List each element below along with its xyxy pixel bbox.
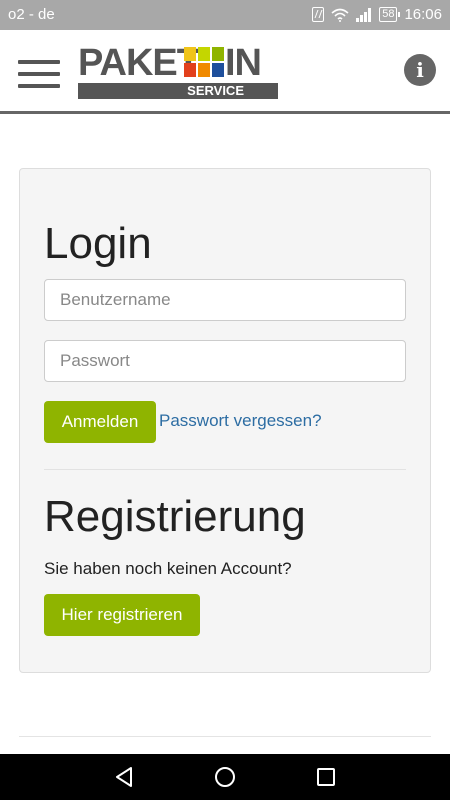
logo: PAKET IN SERVICE <box>78 44 278 102</box>
system-nav-bar <box>0 754 450 800</box>
battery-icon: 58 <box>379 7 401 22</box>
logo-square <box>184 47 196 61</box>
info-icon[interactable]: i <box>404 54 436 86</box>
footer-divider <box>19 736 431 737</box>
app-header: PAKET IN SERVICE i <box>0 30 450 114</box>
status-bar: o2 - de 58 16:06 <box>0 0 450 30</box>
divider <box>44 469 406 470</box>
logo-square <box>212 47 224 61</box>
password-input[interactable] <box>44 340 406 382</box>
logo-square <box>212 63 224 77</box>
status-icons: 58 16:06 <box>312 6 442 23</box>
register-text: Sie haben noch keinen Account? <box>44 559 292 578</box>
logo-color-grid <box>184 47 224 79</box>
menu-icon[interactable] <box>18 60 60 90</box>
recent-apps-icon[interactable] <box>315 766 337 788</box>
back-icon[interactable] <box>113 766 135 788</box>
wifi-icon <box>331 8 349 22</box>
logo-square <box>198 63 210 77</box>
clock: 16:06 <box>404 6 442 23</box>
signal-icon <box>356 7 372 22</box>
username-input[interactable] <box>44 279 406 321</box>
login-card: Login Anmelden Passwort vergessen? Regis… <box>19 168 431 673</box>
home-icon[interactable] <box>214 766 236 788</box>
login-button[interactable]: Anmelden <box>44 401 156 443</box>
logo-banner: SERVICE <box>78 83 278 99</box>
logo-word-paket: PAKET <box>78 42 200 84</box>
logo-word-in: IN <box>225 42 262 84</box>
forgot-password-link[interactable]: Passwort vergessen? <box>159 411 322 431</box>
logo-square <box>198 47 210 61</box>
carrier-label: o2 - de <box>8 6 55 23</box>
register-button[interactable]: Hier registrieren <box>44 594 200 636</box>
register-title: Registrierung <box>44 492 306 541</box>
nfc-icon <box>312 7 325 22</box>
login-title: Login <box>44 219 152 268</box>
logo-square <box>184 63 196 77</box>
